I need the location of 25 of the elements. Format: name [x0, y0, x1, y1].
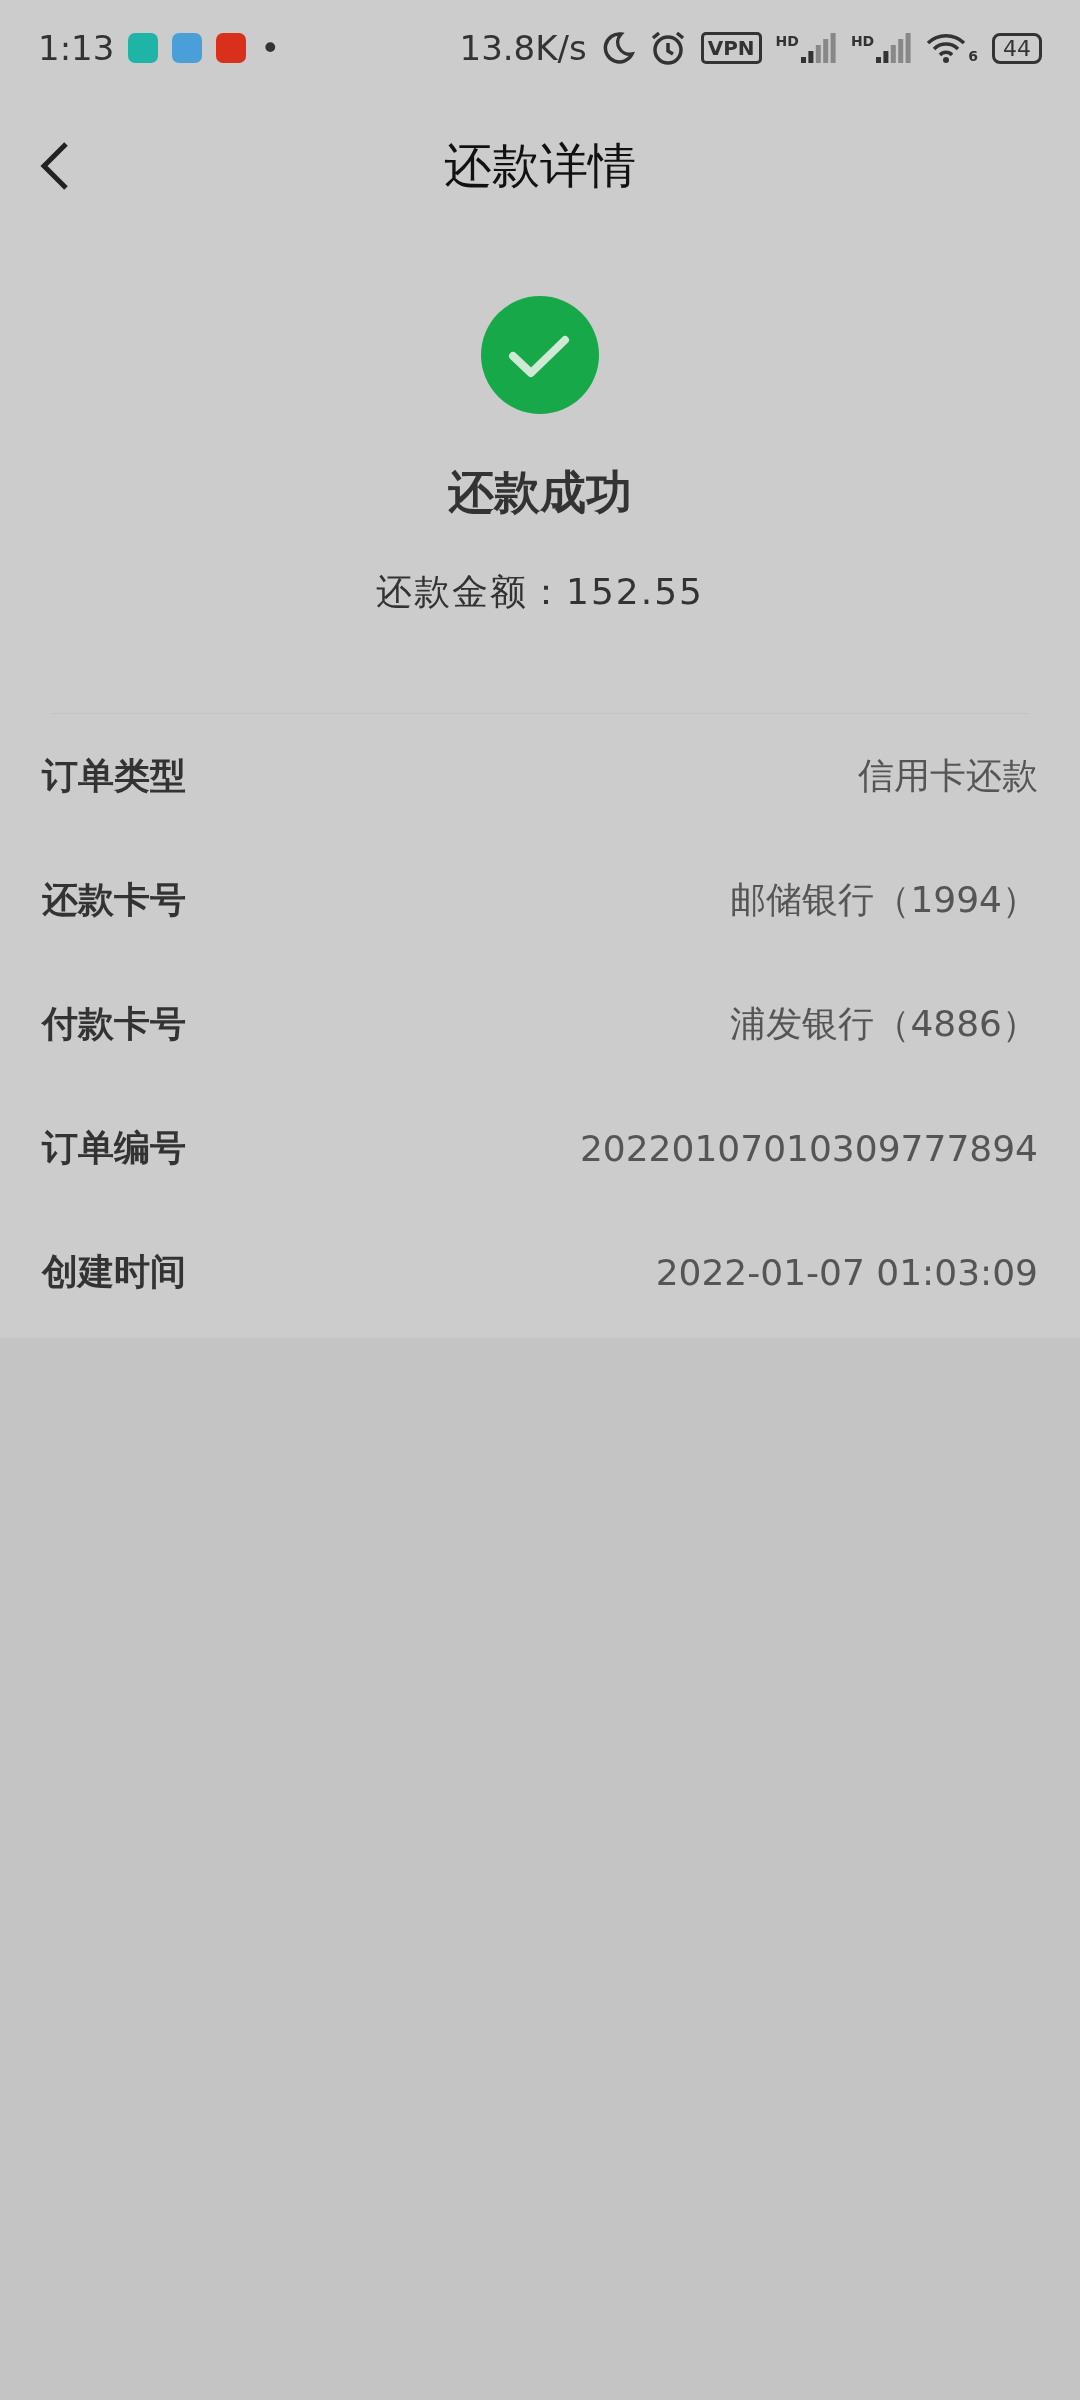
battery-indicator: 44 — [992, 32, 1042, 64]
detail-value: 2022-01-07 01:03:09 — [655, 1251, 1038, 1293]
wifi-icon — [926, 32, 967, 64]
detail-value: 信用卡还款 — [858, 753, 1038, 798]
clock: 1:13 — [38, 28, 115, 68]
wifi-label: 6 — [968, 48, 978, 64]
result-title: 还款成功 — [448, 464, 632, 521]
page-title: 还款详情 — [444, 136, 636, 195]
detail-value: 20220107010309777894 — [579, 1127, 1038, 1169]
detail-label: 订单编号 — [42, 1125, 186, 1170]
hd-label: HD — [850, 33, 875, 49]
detail-label: 付款卡号 — [42, 1001, 186, 1046]
detail-label: 订单类型 — [42, 753, 186, 798]
detail-label: 还款卡号 — [42, 877, 186, 922]
signal-icon — [876, 33, 913, 63]
signal-icon — [800, 33, 837, 63]
detail-value: 浦发银行（4886） — [730, 1001, 1038, 1046]
detail-value: 邮储银行（1994） — [730, 877, 1038, 922]
amount-text: 还款金额：152.55 — [376, 570, 704, 614]
notification-dot: • — [260, 28, 281, 68]
network-speed: 13.8K/s — [459, 28, 587, 68]
hd-label: HD — [775, 33, 799, 49]
detail-label: 创建时间 — [42, 1249, 186, 1294]
vpn-badge: VPN — [700, 32, 762, 64]
success-check-icon — [481, 296, 599, 414]
